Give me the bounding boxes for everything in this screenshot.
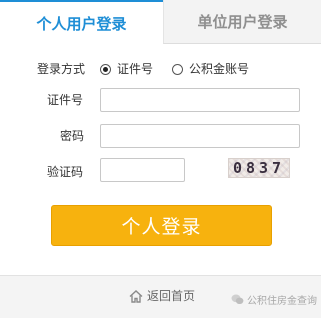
login-method-label: 登录方式 xyxy=(37,62,86,76)
id-number-input[interactable] xyxy=(100,88,300,112)
radio-checked-icon xyxy=(100,63,111,75)
personal-login-button[interactable]: 个人登录 xyxy=(51,205,272,246)
footer: 返回首页 公积住房金查询 xyxy=(0,275,321,318)
login-button-label: 个人登录 xyxy=(121,216,202,238)
watermark-text: 公积住房金查询 xyxy=(247,296,317,307)
home-icon xyxy=(129,289,143,303)
captcha-label: 验证码 xyxy=(47,165,84,179)
password-label: 密码 xyxy=(60,129,85,143)
password-input[interactable] xyxy=(100,124,300,148)
tab-personal-login[interactable]: 个人用户登录 xyxy=(0,0,163,44)
captcha-image[interactable]: 0837 xyxy=(228,158,290,178)
back-home-label: 返回首页 xyxy=(147,289,196,303)
login-panel: 个人用户登录 单位用户登录 登录方式 证件号 公积金账号 证件号 密码 验证码 … xyxy=(0,0,321,318)
radio-fund-account-label: 公积金账号 xyxy=(189,62,250,76)
captcha-input[interactable] xyxy=(100,158,185,182)
tab-personal-label: 个人用户登录 xyxy=(36,14,127,33)
watermark: 公积住房金查询 xyxy=(231,290,317,309)
tab-unit-login[interactable]: 单位用户登录 xyxy=(163,0,321,44)
captcha-code: 0837 xyxy=(232,159,286,177)
id-number-label: 证件号 xyxy=(47,93,84,107)
radio-unchecked-icon xyxy=(172,63,183,75)
back-home-link[interactable]: 返回首页 xyxy=(129,288,195,304)
radio-fund-account[interactable]: 公积金账号 xyxy=(172,61,249,77)
radio-id-number-label: 证件号 xyxy=(117,62,154,76)
radio-id-number[interactable]: 证件号 xyxy=(100,61,153,77)
wechat-icon xyxy=(231,290,244,309)
tab-unit-label: 单位用户登录 xyxy=(197,13,288,31)
